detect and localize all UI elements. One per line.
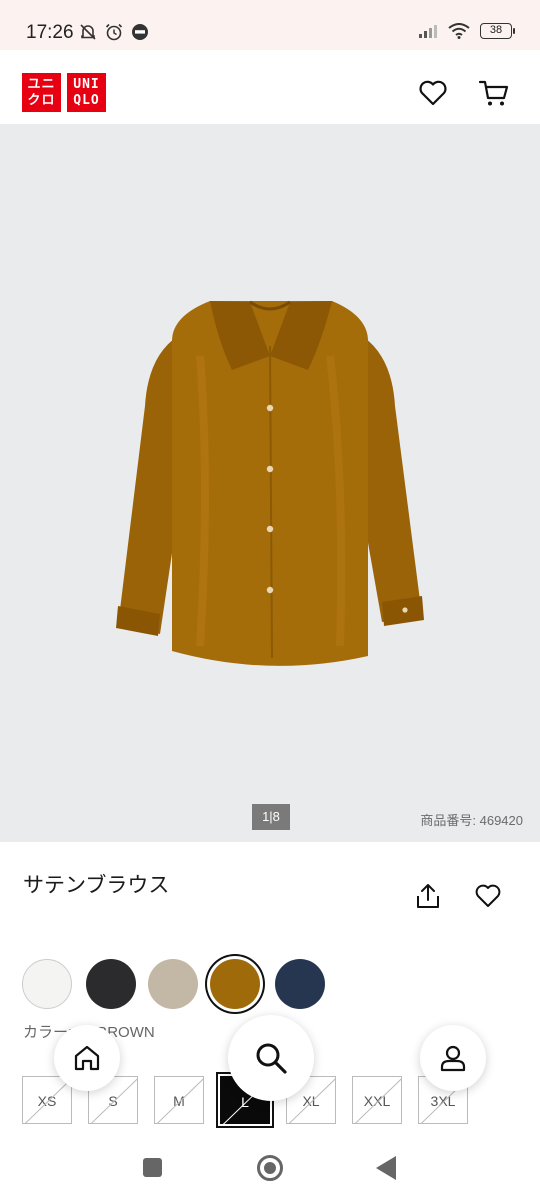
size-label: XXL [363, 1093, 391, 1109]
android-navigation-bar [0, 1140, 540, 1200]
battery-icon: 38 [480, 23, 515, 39]
color-swatch-black[interactable] [86, 959, 136, 1009]
home-button[interactable] [54, 1025, 120, 1091]
logo-katakana: ユニ クロ [22, 73, 61, 112]
logo-latin: UNI QLO [67, 73, 106, 112]
size-option-xxl[interactable]: XXL [352, 1076, 402, 1124]
product-title: サテンブラウス [23, 874, 170, 897]
logo-katakana-line-2: クロ [27, 92, 56, 108]
heart-icon[interactable] [418, 78, 448, 108]
wifi-icon [448, 23, 470, 39]
uniqlo-logo[interactable]: ユニ クロ UNI QLO [22, 73, 106, 112]
account-button[interactable] [420, 1025, 486, 1091]
favorite-heart-icon[interactable] [474, 882, 502, 910]
logo-latin-line-1: UNI [73, 76, 100, 92]
size-label: S [108, 1093, 118, 1109]
back-icon[interactable] [376, 1156, 396, 1180]
user-icon [440, 1045, 466, 1072]
status-bar: 17:26 38 [0, 0, 540, 50]
size-option-xs[interactable]: XS [22, 1076, 72, 1124]
size-label: XL [302, 1093, 320, 1109]
mute-bell-icon [80, 24, 96, 40]
search-button[interactable] [228, 1015, 314, 1101]
color-swatch-beige[interactable] [148, 959, 198, 1009]
alarm-icon [105, 23, 123, 41]
cart-icon[interactable] [478, 78, 510, 108]
battery-level: 38 [489, 24, 503, 36]
size-option-m[interactable]: M [154, 1076, 204, 1124]
product-number: 商品番号: 469420 [420, 813, 523, 828]
signal-icon [419, 25, 437, 38]
image-page-indicator: 1|8 [252, 804, 290, 830]
logo-latin-line-2: QLO [73, 92, 100, 108]
color-swatch-navy[interactable] [275, 959, 325, 1009]
home-icon [74, 1045, 100, 1071]
header: ユニ クロ UNI QLO [0, 50, 540, 124]
android-home-icon[interactable] [257, 1155, 283, 1181]
color-swatch-brown[interactable] [210, 959, 260, 1009]
product-photo [116, 300, 424, 666]
status-time: 17:26 [26, 22, 74, 43]
size-label: M [173, 1093, 185, 1109]
status-icons-right: 38 [418, 23, 515, 39]
search-icon [256, 1043, 287, 1074]
logo-katakana-line-1: ユニ [27, 76, 56, 92]
product-image[interactable]: 1|8 商品番号: 469420 [0, 124, 540, 842]
status-icons-left [78, 22, 150, 42]
color-swatch-white[interactable] [22, 959, 72, 1009]
recent-apps-icon[interactable] [143, 1158, 162, 1177]
line-icon [132, 24, 148, 40]
size-label: XS [37, 1093, 57, 1109]
size-label: 3XL [430, 1093, 456, 1109]
share-icon[interactable] [414, 882, 442, 910]
